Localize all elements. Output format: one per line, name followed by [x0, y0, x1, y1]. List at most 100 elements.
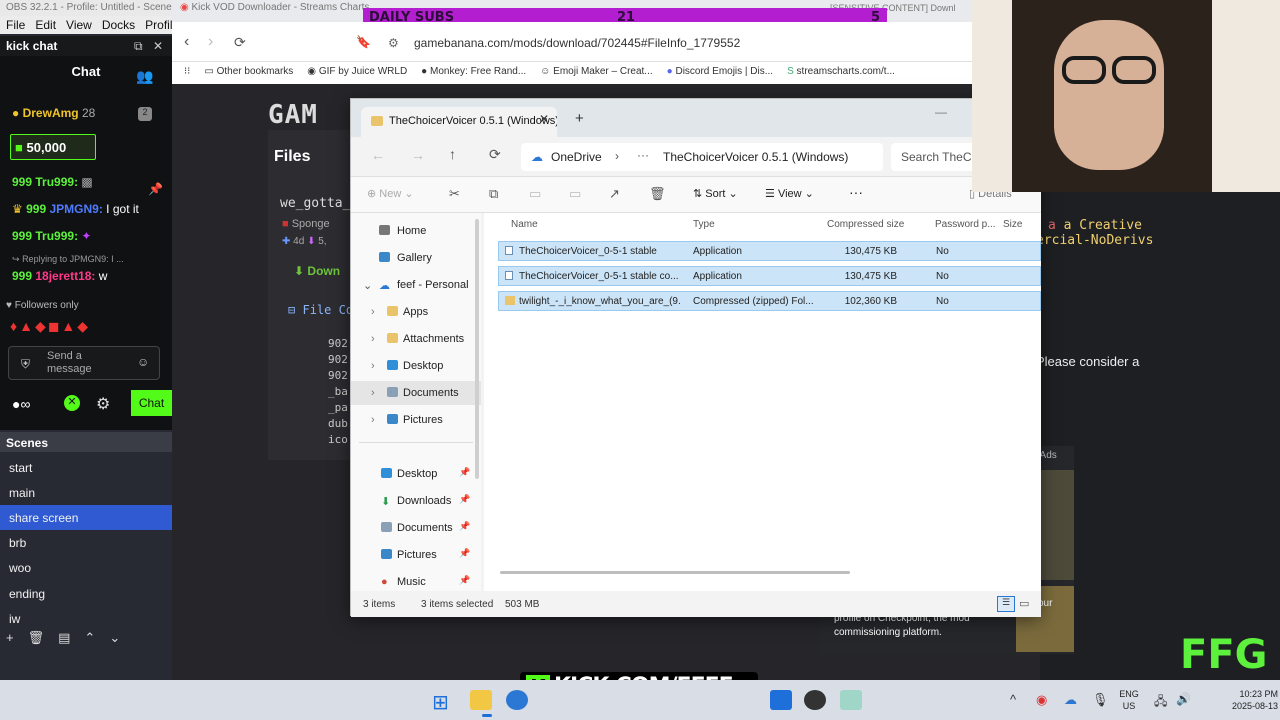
file-row[interactable]: TheChoicerVoicer_0-5-1 stable Applicatio… [498, 241, 1041, 261]
emoji-icon[interactable]: ☺ [137, 355, 149, 369]
column-header-password[interactable]: Password p... [935, 219, 996, 230]
move-down-icon[interactable]: ⌄ [109, 630, 120, 646]
chat-send-button[interactable]: Chat [131, 390, 172, 416]
new-button[interactable]: ⊕ New ⌄ [367, 187, 414, 200]
clock[interactable]: 10:23 PM 2025-08-13 [1222, 688, 1278, 712]
gear-icon[interactable]: ⚙ [96, 394, 110, 414]
tiles-view-icon[interactable]: ▭ [1019, 597, 1029, 610]
file-row[interactable]: twilight_-_i_know_what_you_are_(9... Com… [498, 291, 1041, 311]
file-name[interactable]: we_gotta_ [280, 196, 350, 211]
scrollbar-thumb[interactable] [500, 571, 850, 574]
kick-icon[interactable]: ✕ [64, 395, 80, 411]
cut-icon[interactable]: ✂ [449, 186, 460, 202]
chevron-up-icon[interactable]: ^ [1010, 692, 1016, 707]
close-icon[interactable]: ✕ [153, 39, 163, 53]
chat-username[interactable]: JPMGN9: [49, 202, 102, 216]
column-header-name[interactable]: Name [511, 219, 538, 230]
chevron-right-icon[interactable]: › [371, 387, 375, 399]
nav-folder-pictures[interactable]: › Pictures [351, 408, 481, 432]
minimize-icon[interactable]: — [935, 105, 947, 119]
chat-username[interactable]: 18jerett18: [35, 269, 95, 283]
refresh-icon[interactable]: ⟳ [489, 146, 501, 163]
move-up-icon[interactable]: ⌃ [84, 630, 95, 646]
sort-button[interactable]: ⇅ Sort ⌄ [693, 187, 738, 200]
scene-item[interactable]: woo [0, 555, 172, 580]
uploader-name[interactable]: Sponge [292, 218, 330, 230]
nav-scrollbar[interactable] [475, 219, 479, 479]
tray-icon[interactable]: ◉ [1036, 692, 1047, 708]
obs-icon[interactable] [804, 690, 826, 710]
quick-access-music[interactable]: ● Music 📌 [351, 570, 481, 590]
message-input[interactable]: ⛨ Send a message ☺ [8, 346, 160, 380]
microphone-icon[interactable]: 🎙 [1092, 692, 1109, 708]
quick-access-downloads[interactable]: ⬇ Downloads 📌 [351, 489, 481, 513]
nav-folder-apps[interactable]: › Apps [351, 300, 481, 324]
bookmark-item[interactable]: ◉ GIF by Juice WRLD [307, 66, 407, 80]
paste-icon[interactable]: ▭ [529, 186, 541, 202]
reload-icon[interactable]: ⟳ [234, 34, 246, 51]
file-row[interactable]: TheChoicerVoicer_0-5-1 stable co... Appl… [498, 266, 1041, 286]
nav-folder-desktop[interactable]: › Desktop [351, 354, 481, 378]
close-tab-icon[interactable]: ✕ [539, 112, 549, 126]
pin-icon[interactable]: 📌 [459, 467, 470, 478]
back-icon[interactable]: ← [371, 147, 385, 163]
menu-file[interactable]: File [6, 18, 25, 32]
nav-folder-attachments[interactable]: › Attachments [351, 327, 481, 351]
network-icon[interactable]: 🖧 [1154, 692, 1167, 713]
file-explorer-taskbar-icon[interactable] [470, 690, 492, 710]
new-tab-icon[interactable]: + [575, 110, 584, 127]
breadcrumb-root[interactable]: OneDrive [551, 150, 602, 164]
trash-icon[interactable]: 🗑 [649, 186, 666, 202]
chevron-right-icon[interactable]: › [371, 333, 375, 345]
windows-start-icon[interactable]: ⊞ [432, 690, 449, 715]
users-icon[interactable]: 👥 [136, 68, 153, 85]
menu-profile[interactable]: Profile [145, 18, 172, 32]
gamebanana-logo[interactable]: GAM [268, 100, 318, 130]
rename-icon[interactable]: ▭ [569, 186, 581, 202]
scene-item[interactable]: start [0, 455, 172, 480]
bookmark-item[interactable]: ● Monkey: Free Rand... [421, 66, 526, 80]
breadcrumb-current[interactable]: TheChoicerVoicer 0.5.1 (Windows) [663, 150, 848, 164]
undock-icon[interactable]: ⧉ [134, 39, 143, 54]
chevron-right-icon[interactable]: › [371, 360, 375, 372]
store-icon[interactable] [770, 690, 792, 710]
app-icon[interactable] [840, 690, 862, 710]
quick-access-pictures[interactable]: Pictures 📌 [351, 543, 481, 567]
cloud-icon[interactable]: ☁ [1064, 692, 1077, 708]
view-button[interactable]: ☰ View ⌄ [765, 187, 814, 200]
forward-icon[interactable]: › [208, 33, 213, 51]
edge-icon[interactable] [506, 690, 528, 710]
menu-view[interactable]: View [66, 18, 92, 32]
volume-icon[interactable]: 🔊 [1176, 692, 1191, 706]
nav-folder-documents[interactable]: › Documents [351, 381, 481, 405]
download-button[interactable]: ⬇ Down [294, 264, 340, 278]
explorer-tab[interactable]: TheChoicerVoicer 0.5.1 (Windows) [361, 107, 557, 137]
more-options-icon[interactable]: ··· [849, 184, 863, 200]
file-contents-toggle[interactable]: ⊟ File Co [288, 303, 353, 317]
chevron-down-icon[interactable]: ⌄ [363, 279, 372, 292]
chat-username[interactable]: Tru999: [35, 175, 78, 189]
pin-icon[interactable]: 📌 [459, 548, 470, 559]
pin-icon[interactable]: 📌 [148, 182, 163, 196]
quick-access-desktop[interactable]: Desktop 📌 [351, 462, 481, 486]
chevron-right-icon[interactable]: › [371, 414, 375, 426]
pin-icon[interactable]: 📌 [459, 575, 470, 586]
menu-edit[interactable]: Edit [35, 18, 56, 32]
site-info-icon[interactable]: ⚙ [388, 36, 399, 50]
menu-docks[interactable]: Docks [102, 18, 135, 32]
quick-access-documents[interactable]: Documents 📌 [351, 516, 481, 540]
scene-item[interactable]: brb [0, 530, 172, 555]
forward-icon[interactable]: → [411, 147, 425, 163]
nav-onedrive-personal[interactable]: ⌄ ☁ feef - Personal [351, 273, 481, 297]
bookmark-item[interactable]: ● Discord Emojis | Dis... [667, 66, 773, 80]
bookmark-item[interactable]: ☺ Emoji Maker – Creat... [540, 66, 652, 80]
pin-icon[interactable]: 📌 [459, 521, 470, 532]
bookmark-item[interactable]: ▭ Other bookmarks [204, 66, 293, 80]
horizontal-scrollbar[interactable] [500, 571, 1000, 575]
column-header-size[interactable]: Size [1003, 219, 1022, 230]
column-header-type[interactable]: Type [693, 219, 715, 230]
filter-icon[interactable]: ▤ [58, 630, 70, 646]
bookmark-item[interactable]: S streamscharts.com/t... [787, 66, 895, 80]
nav-gallery[interactable]: Gallery [351, 246, 481, 270]
share-icon[interactable]: ↗ [609, 186, 620, 202]
